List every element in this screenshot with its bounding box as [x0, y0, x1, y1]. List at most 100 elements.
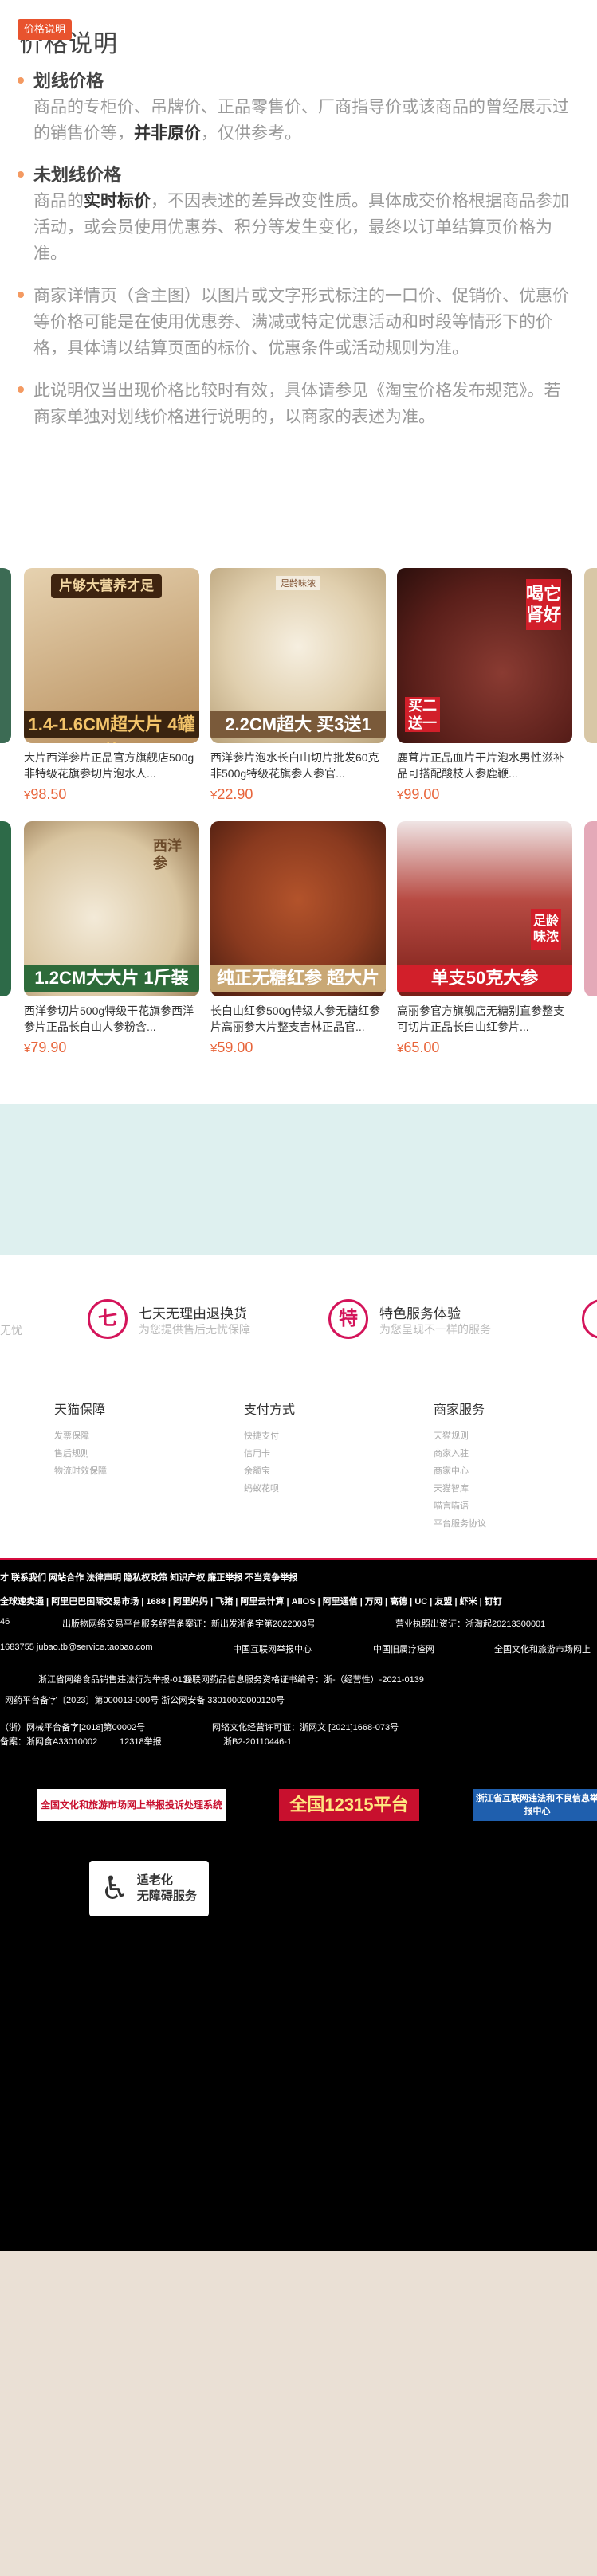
- footer-link[interactable]: 快捷支付: [244, 1427, 295, 1445]
- product-card[interactable]: 足龄味浓 单支50克大参 高丽参官方旗舰店无糖别直参整支可切片正品长白山红参片.…: [397, 821, 572, 1056]
- product-price: 59.00: [210, 1039, 386, 1056]
- product-image[interactable]: 西洋参 1.2CM大大片 1斤装: [24, 821, 199, 996]
- product-brand-mark: 足龄味浓: [276, 576, 320, 590]
- seven-day-icon: 七: [88, 1299, 128, 1339]
- footer-link[interactable]: 售后规则: [54, 1445, 107, 1462]
- notice-item: 商家详情页（含主图）以图片或文字形式标注的一口价、促销价、优惠价等价格可能是在使…: [16, 283, 574, 362]
- culture-report-badge[interactable]: 全国文化和旅游市场网上举报投诉处理系统: [37, 1789, 226, 1821]
- footer-report-link[interactable]: 中国互联网举报中心: [233, 1642, 312, 1655]
- elderly-accessibility-button[interactable]: ♿ 适老化 无障碍服务: [89, 1861, 209, 1916]
- product-top-tag: 片够大营养才足: [51, 574, 162, 598]
- footer-report-link[interactable]: 中国旧属疗痊网: [373, 1642, 434, 1655]
- service-strip: 无忧 七 七天无理由退换货 为您提供售后无忧保障 特 特色服务体验 为您呈现不一…: [0, 1255, 597, 1383]
- footer-license-text: 互联网药品信息服务资格证书编号：浙-（经营性）-2021-0139: [183, 1675, 424, 1685]
- product-card[interactable]: 片够大营养才足 1.4-1.6CM超大片 4罐装 大片西洋参片正品官方旗舰店50…: [24, 568, 199, 803]
- product-image-tag: 2.2CM超大 买3送1: [210, 711, 386, 738]
- footer-link[interactable]: 发票保障: [54, 1427, 107, 1445]
- product-price: 79.90: [24, 1039, 199, 1056]
- footer-license-text: 网药平台备字〔2023〕第000013-000号 浙公网安备 330100020…: [5, 1696, 285, 1705]
- product-image[interactable]: 纯正无糖红参 超大片: [210, 821, 386, 996]
- notice-item-head: 划线价格: [33, 71, 104, 91]
- product-card[interactable]: 足龄味浓 2.2CM超大 买3送1 西洋参片泡水长白山切片批发60克非500g特…: [210, 568, 386, 803]
- product-image[interactable]: 喝它肾好 买二送一: [397, 568, 572, 743]
- footer-col-head: 商家服务: [434, 1403, 485, 1417]
- product-name[interactable]: 鹿茸片正品血片干片泡水男性滋补品可搭配酸枝人参鹿鞭...: [397, 750, 572, 781]
- product-name[interactable]: 西洋参片泡水长白山切片批发60克非500g特级花旗参人参官...: [210, 750, 386, 781]
- wheelchair-icon: ♿: [100, 1871, 129, 1906]
- notice-item-body: 商家详情页（含主图）以图片或文字形式标注的一口价、促销价、优惠价等价格可能是在使…: [33, 287, 569, 358]
- product-image-tag: 单支50克大参: [397, 965, 572, 992]
- product-card[interactable]: 纯正无糖红参 超大片 长白山红参500g特级人参无糖红参片高丽参大片整支吉林正品…: [210, 821, 386, 1056]
- product-card-cut[interactable]: [0, 821, 11, 996]
- product-image[interactable]: 足龄味浓 2.2CM超大 买3送1: [210, 568, 386, 743]
- footer-license-text: 网络文化经营许可证：浙网文 [2021]1668-073号: [212, 1723, 399, 1732]
- footer-link[interactable]: 喵言喵语: [434, 1497, 486, 1515]
- product-image[interactable]: [0, 568, 11, 743]
- footer-link[interactable]: 商家中心: [434, 1462, 486, 1480]
- footer-group-links[interactable]: 全球速卖通 | 阿里巴巴国际交易市场 | 1688 | 阿里妈妈 | 飞猪 | …: [0, 1595, 502, 1607]
- product-price: 65.00: [397, 1039, 572, 1056]
- footer-license-text: 营业执照出资证：浙淘起20213300001: [395, 1619, 546, 1629]
- elderly-label: 适老化 无障碍服务: [136, 1873, 197, 1903]
- product-image-tag: 纯正无糖红参 超大片: [210, 965, 386, 992]
- footer-link[interactable]: 天猫智库: [434, 1480, 486, 1497]
- footer-nav-links[interactable]: 才 联系我们 网站合作 法律声明 隐私权政策 知识产权 廉正举报 不当竞争举报: [0, 1571, 297, 1584]
- footer-col-head: 天猫保障: [54, 1403, 106, 1417]
- notice-item: 划线价格 商品的专柜价、吊牌价、正品零售价、厂商指导价或该商品的曾经展示过的销售…: [16, 69, 574, 147]
- product-image-tag: 买二送一: [405, 697, 440, 732]
- special-service-icon: 特: [328, 1299, 368, 1339]
- product-price: 22.90: [210, 786, 386, 803]
- footer-link[interactable]: 信用卡: [244, 1445, 295, 1462]
- footer-col-merchant: 商家服务 天猫规则 商家入驻 商家中心 天猫智库 喵言喵语 平台服务协议: [434, 1399, 486, 1533]
- footer-report-email[interactable]: 1683755 jubao.tb@service.taobao.com: [0, 1642, 153, 1652]
- footer-license-text: （浙）网械平台备字[2018]第00002号: [0, 1723, 146, 1732]
- footer-license-text: 出版物网络交易平台服务经营备案证：新出发浙备字第2022003号: [62, 1619, 316, 1629]
- footer-link[interactable]: 商家入驻: [434, 1445, 486, 1462]
- product-card-cut[interactable]: [584, 821, 597, 996]
- footer-license-text: 46: [0, 1617, 10, 1627]
- product-vertical-text: 西洋参: [153, 838, 182, 871]
- product-card[interactable]: 西洋参 1.2CM大大片 1斤装 西洋参切片500g特级干花旗参西洋参片正品长白…: [24, 821, 199, 1056]
- product-image-tag: 1.2CM大大片 1斤装: [24, 965, 199, 992]
- notice-item: 未划线价格 商品的实时标价，不因表述的差异改变性质。具体成交价格根据商品参加活动…: [16, 162, 574, 267]
- national-12315-badge[interactable]: 全国12315平台: [279, 1789, 419, 1821]
- recommend-products: 片够大营养才足 1.4-1.6CM超大片 4罐装 大片西洋参片正品官方旗舰店50…: [0, 492, 597, 1104]
- product-image[interactable]: [584, 568, 597, 743]
- product-name[interactable]: 长白山红参500g特级人参无糖红参片高丽参大片整支吉林正品官...: [210, 1003, 386, 1035]
- notice-list: 划线价格 商品的专柜价、吊牌价、正品零售价、厂商指导价或该商品的曾经展示过的销售…: [16, 69, 574, 446]
- footer-link[interactable]: 天猫规则: [434, 1427, 486, 1445]
- notice-item: 此说明仅当出现价格比较时有效，具体请参见《淘宝价格发布规范》。若商家单独对划线价…: [16, 378, 574, 430]
- product-name[interactable]: 大片西洋参片正品官方旗舰店500g非特级花旗参切片泡水人...: [24, 750, 199, 781]
- product-image[interactable]: [584, 821, 597, 996]
- notice-item-head: 未划线价格: [33, 165, 122, 185]
- product-name[interactable]: 高丽参官方旗舰店无糖别直参整支可切片正品长白山红参片...: [397, 1003, 572, 1035]
- product-name[interactable]: 西洋参切片500g特级干花旗参西洋参片正品长白山人参粉含...: [24, 1003, 199, 1035]
- footer-report-link[interactable]: 浙江省网络食品销售违法行为举报-0139: [38, 1673, 192, 1685]
- footer-report-link[interactable]: 全国文化和旅游市场网上: [494, 1642, 591, 1655]
- footer-col-guarantee: 天猫保障 发票保障 售后规则 物流时效保障: [54, 1399, 107, 1480]
- notice-badge: 价格说明: [18, 19, 73, 40]
- service-cut-text: 无忧: [0, 1324, 22, 1337]
- footer-col-payment: 支付方式 快捷支付 信用卡 余额宝 蚂蚁花呗: [244, 1399, 295, 1497]
- service-sub: 为您呈现不一样的服务: [379, 1323, 491, 1336]
- service-title: 七天无理由退换货: [139, 1306, 247, 1321]
- product-card[interactable]: 喝它肾好 买二送一 鹿茸片正品血片干片泡水男性滋补品可搭配酸枝人参鹿鞭... 9…: [397, 568, 572, 803]
- product-vertical-tag: 足龄味浓: [531, 909, 561, 950]
- footer-link[interactable]: 蚂蚁花呗: [244, 1480, 295, 1497]
- product-image[interactable]: [0, 821, 11, 996]
- zhejiang-report-badge[interactable]: 浙江省互联网违法和不良信息举报中心: [473, 1789, 597, 1821]
- product-card-cut[interactable]: [584, 568, 597, 743]
- product-image[interactable]: 片够大营养才足 1.4-1.6CM超大片 4罐装: [24, 568, 199, 743]
- product-image[interactable]: 足龄味浓 单支50克大参: [397, 821, 572, 996]
- service-title: 特色服务体验: [379, 1306, 461, 1321]
- footer-col-head: 支付方式: [244, 1403, 296, 1417]
- notice-item-body: 商品的实时标价，不因表述的差异改变性质。具体成交价格根据商品参加活动，或会员使用…: [33, 192, 569, 263]
- footer-link[interactable]: 平台服务协议: [434, 1515, 486, 1533]
- footer-link[interactable]: 余额宝: [244, 1462, 295, 1480]
- footer-license-text: 备案：浙网食A33010002: [0, 1737, 98, 1747]
- footer-link[interactable]: 物流时效保障: [54, 1462, 107, 1480]
- footer-report-link[interactable]: 12318举报: [120, 1735, 162, 1748]
- footer-links: 天猫保障 发票保障 售后规则 物流时效保障 支付方式 快捷支付 信用卡 余额宝 …: [0, 1383, 597, 1558]
- product-vertical-tag: 喝它肾好: [526, 579, 561, 630]
- product-card-cut[interactable]: [0, 568, 11, 743]
